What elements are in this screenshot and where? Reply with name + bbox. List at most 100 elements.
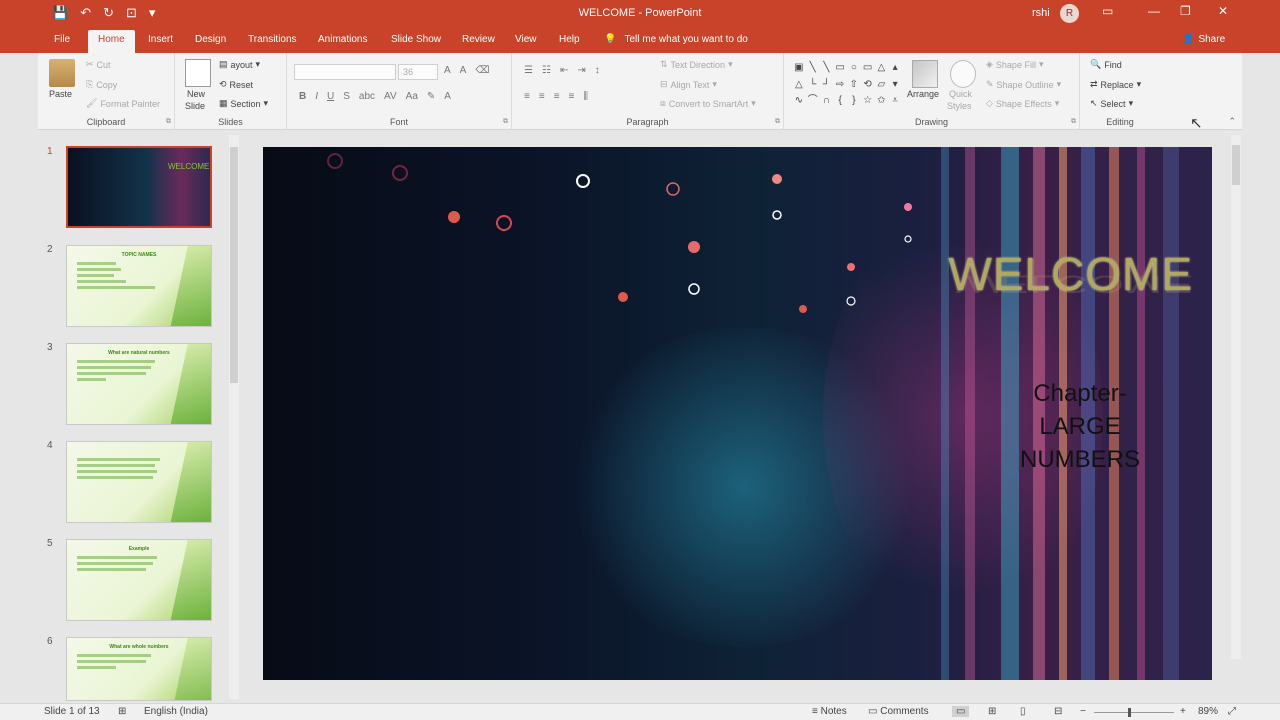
comments-button[interactable]: ▭ Comments [868, 706, 929, 717]
arrow2-shape-icon[interactable]: ⇧ [848, 78, 860, 93]
shape-outline-button[interactable]: ✎ Shape Outline ▾ [986, 79, 1061, 90]
editor-scrollbar[interactable] [1231, 135, 1241, 659]
callout-shape-icon[interactable]: ▱ [876, 78, 888, 93]
reset-button[interactable]: ⟲ Reset [219, 79, 253, 90]
shadow-icon[interactable]: S [343, 91, 350, 102]
tab-slide-show[interactable]: Slide Show [391, 34, 441, 45]
rect-shape-icon[interactable]: ▭ [834, 61, 846, 76]
tab-home[interactable]: Home [88, 30, 135, 53]
rect2-shape-icon[interactable]: ▭ [862, 61, 874, 76]
zoom-slider-knob[interactable] [1128, 708, 1131, 717]
increase-indent-icon[interactable]: ⇥ [577, 65, 585, 76]
zoom-level[interactable]: 89% [1198, 706, 1218, 717]
scroll-shapes-icon[interactable]: ▾ [889, 78, 901, 93]
ribbon-display-icon[interactable]: ▭ [1102, 4, 1113, 18]
triangle2-shape-icon[interactable]: △ [793, 78, 805, 93]
tab-insert[interactable]: Insert [148, 34, 173, 45]
new-slide-button-line2[interactable]: Slide [185, 101, 205, 111]
font-launcher-icon[interactable]: ⧉ [503, 118, 508, 126]
slide-thumb-2[interactable]: TOPIC NAMES [66, 245, 212, 327]
slide-thumb-4[interactable] [66, 441, 212, 523]
arrange-button[interactable]: Arrange [907, 89, 939, 99]
more-shapes-icon[interactable]: ▴ [889, 61, 901, 76]
user-name[interactable]: rshi [1032, 7, 1050, 19]
align-text-button[interactable]: ⊟ Align Text ▾ [660, 79, 717, 90]
slide-sorter-icon[interactable]: ⊞ [988, 706, 996, 717]
share-button[interactable]: 👤 Share [1182, 34, 1225, 45]
clear-format-icon[interactable]: ⌫ [475, 65, 489, 76]
triangle-shape-icon[interactable]: △ [876, 61, 888, 76]
shape-effects-button[interactable]: ◇ Shape Effects ▾ [986, 98, 1059, 109]
cut-button[interactable]: ✂ Cut [86, 59, 111, 70]
collapse-ribbon-icon[interactable]: ⌃ [1228, 116, 1236, 127]
font-name-combo[interactable] [294, 64, 396, 80]
textbox-shape-icon[interactable]: ▣ [793, 61, 805, 76]
slide-thumb-6[interactable]: What are whole numbers [66, 637, 212, 701]
smartart-button[interactable]: ⧈ Convert to SmartArt ▾ [660, 98, 756, 109]
shapes-gallery[interactable]: ▣ ╲ ╲ ▭ ○ ▭ △ ▴ △ └ ┘ ⇨ ⇧ ⟲ ▱ ▾ ∿ ⌒ ∩{} ☆ ✩ ⩡ [793, 61, 901, 109]
slide-thumb-3[interactable]: What are natural numbers [66, 343, 212, 425]
flow-shape-icon[interactable]: ⟲ [862, 78, 874, 93]
slideshow-view-icon[interactable]: ⊟ [1054, 706, 1062, 717]
quick-styles-button-line2[interactable]: Styles [947, 101, 972, 111]
zoom-slider[interactable] [1094, 712, 1174, 713]
layout-button[interactable]: ▤ ayout ▾ [219, 59, 260, 70]
drawing-launcher-icon[interactable]: ⧉ [1071, 118, 1076, 126]
find-button[interactable]: 🔍 Find [1090, 59, 1122, 70]
star-shape-icon[interactable]: ☆ [862, 94, 874, 109]
tab-file[interactable]: File [54, 34, 70, 45]
close-icon[interactable]: ✕ [1218, 4, 1228, 18]
tab-view[interactable]: View [515, 34, 537, 45]
expand-shapes-icon[interactable]: ⩡ [889, 94, 901, 109]
new-slide-icon[interactable] [185, 59, 211, 87]
tab-review[interactable]: Review [462, 34, 495, 45]
paste-button[interactable]: Paste [49, 89, 72, 99]
tell-me-box[interactable]: 💡 Tell me what you want to do [604, 34, 748, 45]
avatar[interactable]: R [1060, 4, 1079, 23]
language-indicator[interactable]: English (India) [144, 706, 208, 717]
line2-shape-icon[interactable]: ╲ [821, 61, 833, 76]
align-left-icon[interactable]: ≡ [524, 91, 530, 102]
arrow-shape-icon[interactable]: ⇨ [834, 78, 846, 93]
normal-view-icon[interactable]: ▭ [952, 706, 970, 717]
line-spacing-icon[interactable]: ↕ [595, 65, 600, 76]
curve-shape-icon[interactable]: ∿ [793, 94, 805, 109]
underline-icon[interactable]: U [327, 91, 334, 102]
spelling-icon[interactable]: ⊞ [118, 706, 126, 717]
restore-icon[interactable]: ❐ [1180, 4, 1191, 18]
align-right-icon[interactable]: ≡ [554, 91, 560, 102]
spacing-icon[interactable]: AV [384, 91, 397, 102]
replace-button[interactable]: ⇄ Replace ▾ [1090, 79, 1141, 90]
corner-shape-icon[interactable]: └ [807, 78, 819, 93]
shrink-font-icon[interactable]: A [460, 65, 467, 76]
slide-thumb-5[interactable]: Example [66, 539, 212, 621]
new-slide-button[interactable]: New [187, 89, 205, 99]
arrange-icon[interactable] [912, 60, 938, 88]
slide-canvas[interactable]: WELCOME WELCOME Chapter- LARGE NUMBERS [263, 147, 1212, 680]
tab-help[interactable]: Help [559, 34, 580, 45]
reading-view-icon[interactable]: ▯ [1020, 706, 1026, 717]
zoom-out-icon[interactable]: − [1080, 706, 1086, 717]
editor-scroll-thumb[interactable] [1232, 145, 1240, 185]
select-button[interactable]: ↖ Select ▾ [1090, 98, 1133, 109]
freeform-shape-icon[interactable]: ⌒ [807, 94, 819, 109]
shape-fill-button[interactable]: ◈ Shape Fill ▾ [986, 59, 1043, 70]
quick-styles-icon[interactable] [950, 60, 976, 88]
columns-icon[interactable]: ⫼ [583, 91, 588, 102]
decrease-indent-icon[interactable]: ⇤ [560, 65, 568, 76]
zoom-in-icon[interactable]: + [1180, 706, 1186, 717]
tab-animations[interactable]: Animations [318, 34, 367, 45]
text-direction-button[interactable]: ⇅ Text Direction ▾ [660, 59, 733, 70]
paste-icon[interactable] [49, 59, 75, 87]
copy-button[interactable]: ⎘ Copy [86, 79, 117, 90]
bullets-icon[interactable]: ☰ [524, 65, 533, 76]
line-shape-icon[interactable]: ╲ [807, 61, 819, 76]
notes-button[interactable]: ≡ Notes [812, 706, 847, 717]
arc-shape-icon[interactable]: ∩ [821, 94, 833, 109]
clipboard-launcher-icon[interactable]: ⧉ [166, 118, 171, 126]
elbow-shape-icon[interactable]: ┘ [821, 78, 833, 93]
bold-icon[interactable]: B [299, 91, 306, 102]
align-center-icon[interactable]: ≡ [539, 91, 545, 102]
section-button[interactable]: ▦ Section ▾ [219, 98, 268, 109]
thumbnail-scroll-thumb[interactable] [230, 147, 238, 383]
